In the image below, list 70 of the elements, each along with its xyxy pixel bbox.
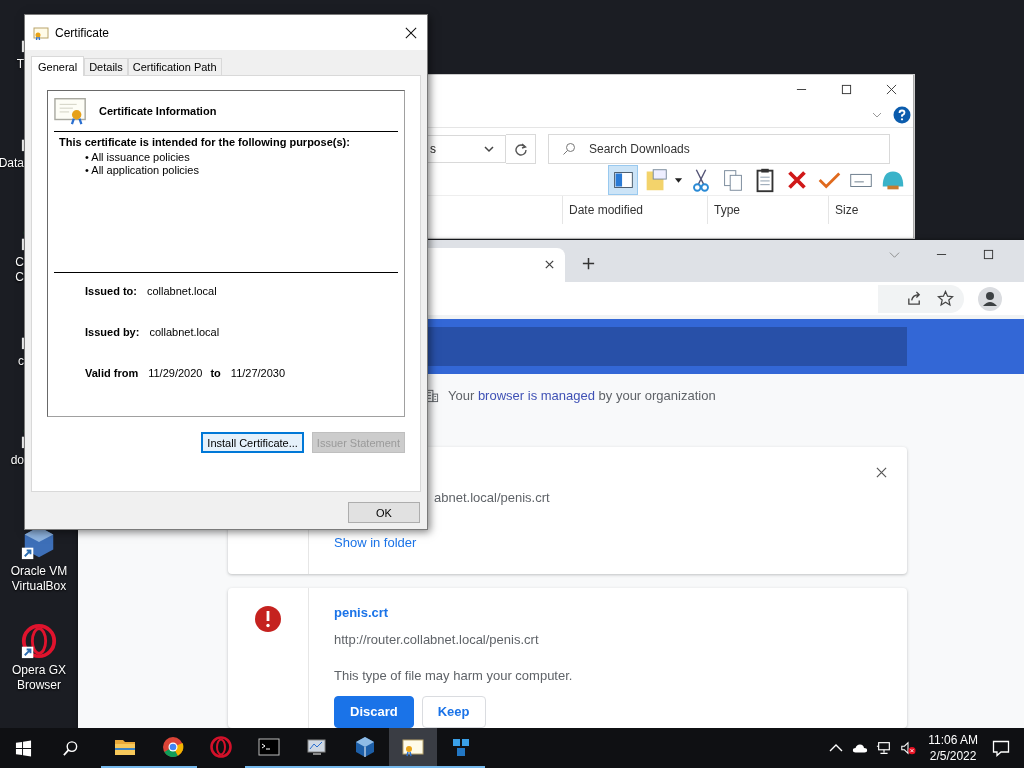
certificate-icon bbox=[54, 96, 88, 126]
dialog-tab[interactable]: Certification Path bbox=[127, 58, 222, 75]
notifications-icon[interactable] bbox=[992, 739, 1010, 757]
dialog-tab[interactable]: General bbox=[31, 56, 85, 76]
ok-button[interactable]: OK bbox=[348, 502, 420, 523]
new-tab-icon[interactable] bbox=[581, 255, 596, 271]
browser-icon bbox=[161, 735, 185, 759]
cube-icon bbox=[353, 735, 377, 759]
show-in-folder-link[interactable]: Show in folder bbox=[334, 535, 417, 550]
install-certificate-button[interactable]: Install Certificate... bbox=[201, 432, 304, 453]
error-icon bbox=[254, 605, 282, 633]
address-bar[interactable] bbox=[878, 284, 964, 313]
purpose-heading: This certificate is intended for the following purpose(s): bbox=[59, 136, 351, 148]
field-label: Issued to: bbox=[85, 285, 137, 297]
download-url: abnet.local/penis.crt bbox=[434, 490, 550, 505]
search-field[interactable]: Search Downloads bbox=[548, 134, 890, 164]
discard-button[interactable]: Discard bbox=[334, 696, 414, 728]
desktop-icon-label: Oracle VM VirtualBox bbox=[10, 564, 68, 594]
file-name-link[interactable]: penis.crt bbox=[334, 605, 389, 620]
desktop-icon-label: C C bbox=[14, 255, 24, 285]
close-icon[interactable] bbox=[544, 259, 555, 271]
desktop-icon-label: c bbox=[17, 354, 24, 369]
search-icon[interactable] bbox=[62, 739, 79, 757]
field-label: Valid from bbox=[85, 367, 139, 379]
refresh-button[interactable] bbox=[506, 134, 536, 164]
certificate-heading: Certificate Information bbox=[99, 105, 217, 117]
managed-notice: Your browser is managed by your organization bbox=[448, 388, 716, 404]
download-url: http://router.collabnet.local/penis.crt bbox=[334, 632, 539, 647]
field-value: collabnet.local bbox=[149, 326, 220, 338]
certificate-icon bbox=[33, 24, 49, 41]
managed-link[interactable]: browser is managed bbox=[477, 388, 595, 404]
warning-text: This type of file may harm your computer. bbox=[334, 668, 573, 683]
window-title: Certificate bbox=[55, 25, 111, 40]
muted-speaker-icon[interactable] bbox=[900, 740, 917, 756]
field-label: to bbox=[210, 367, 221, 379]
close-icon[interactable] bbox=[405, 26, 417, 39]
desktop-icon-label: T bbox=[15, 57, 24, 72]
maximize-icon[interactable] bbox=[983, 248, 994, 260]
star-icon[interactable] bbox=[937, 290, 954, 308]
field-value: collabnet.local bbox=[146, 285, 217, 297]
dialog-tab[interactable]: Details bbox=[84, 58, 128, 75]
share-icon[interactable] bbox=[906, 290, 923, 308]
dropdown-icon[interactable] bbox=[483, 143, 495, 155]
close-icon[interactable] bbox=[886, 83, 897, 95]
column-header[interactable]: Size bbox=[828, 196, 905, 224]
refresh-icon bbox=[513, 142, 528, 156]
desktop-icon-label: Data bbox=[0, 156, 24, 171]
maximize-icon[interactable] bbox=[841, 83, 852, 95]
close-icon[interactable] bbox=[876, 467, 887, 478]
clock[interactable]: 11:06 AM 2/5/2022 bbox=[928, 732, 978, 764]
profile-icon[interactable] bbox=[978, 286, 1002, 311]
column-header[interactable]: Date modified bbox=[562, 196, 707, 224]
purpose-item: • All application policies bbox=[85, 164, 200, 177]
desktop-icon-label: Opera GX Browser bbox=[12, 663, 66, 693]
search-icon bbox=[562, 142, 576, 156]
field-value: 11/29/2020 bbox=[148, 367, 203, 379]
layout-icon[interactable] bbox=[608, 165, 638, 195]
field-value: 11/27/2030 bbox=[230, 367, 286, 379]
network-icon[interactable] bbox=[876, 740, 893, 756]
desktop-icon-label: do bbox=[9, 453, 24, 468]
field-label: Issued by: bbox=[85, 326, 140, 338]
help-icon[interactable] bbox=[893, 106, 911, 124]
keep-button[interactable]: Keep bbox=[421, 696, 486, 728]
column-header[interactable]: Type bbox=[707, 196, 828, 224]
ring-icon bbox=[209, 735, 233, 759]
taskbar-certificate-button[interactable] bbox=[389, 728, 437, 768]
terminal-icon bbox=[257, 735, 281, 759]
purpose-item: • All issuance policies bbox=[85, 151, 191, 164]
start-icon[interactable] bbox=[15, 739, 32, 757]
ring-icon[interactable] bbox=[20, 622, 58, 660]
